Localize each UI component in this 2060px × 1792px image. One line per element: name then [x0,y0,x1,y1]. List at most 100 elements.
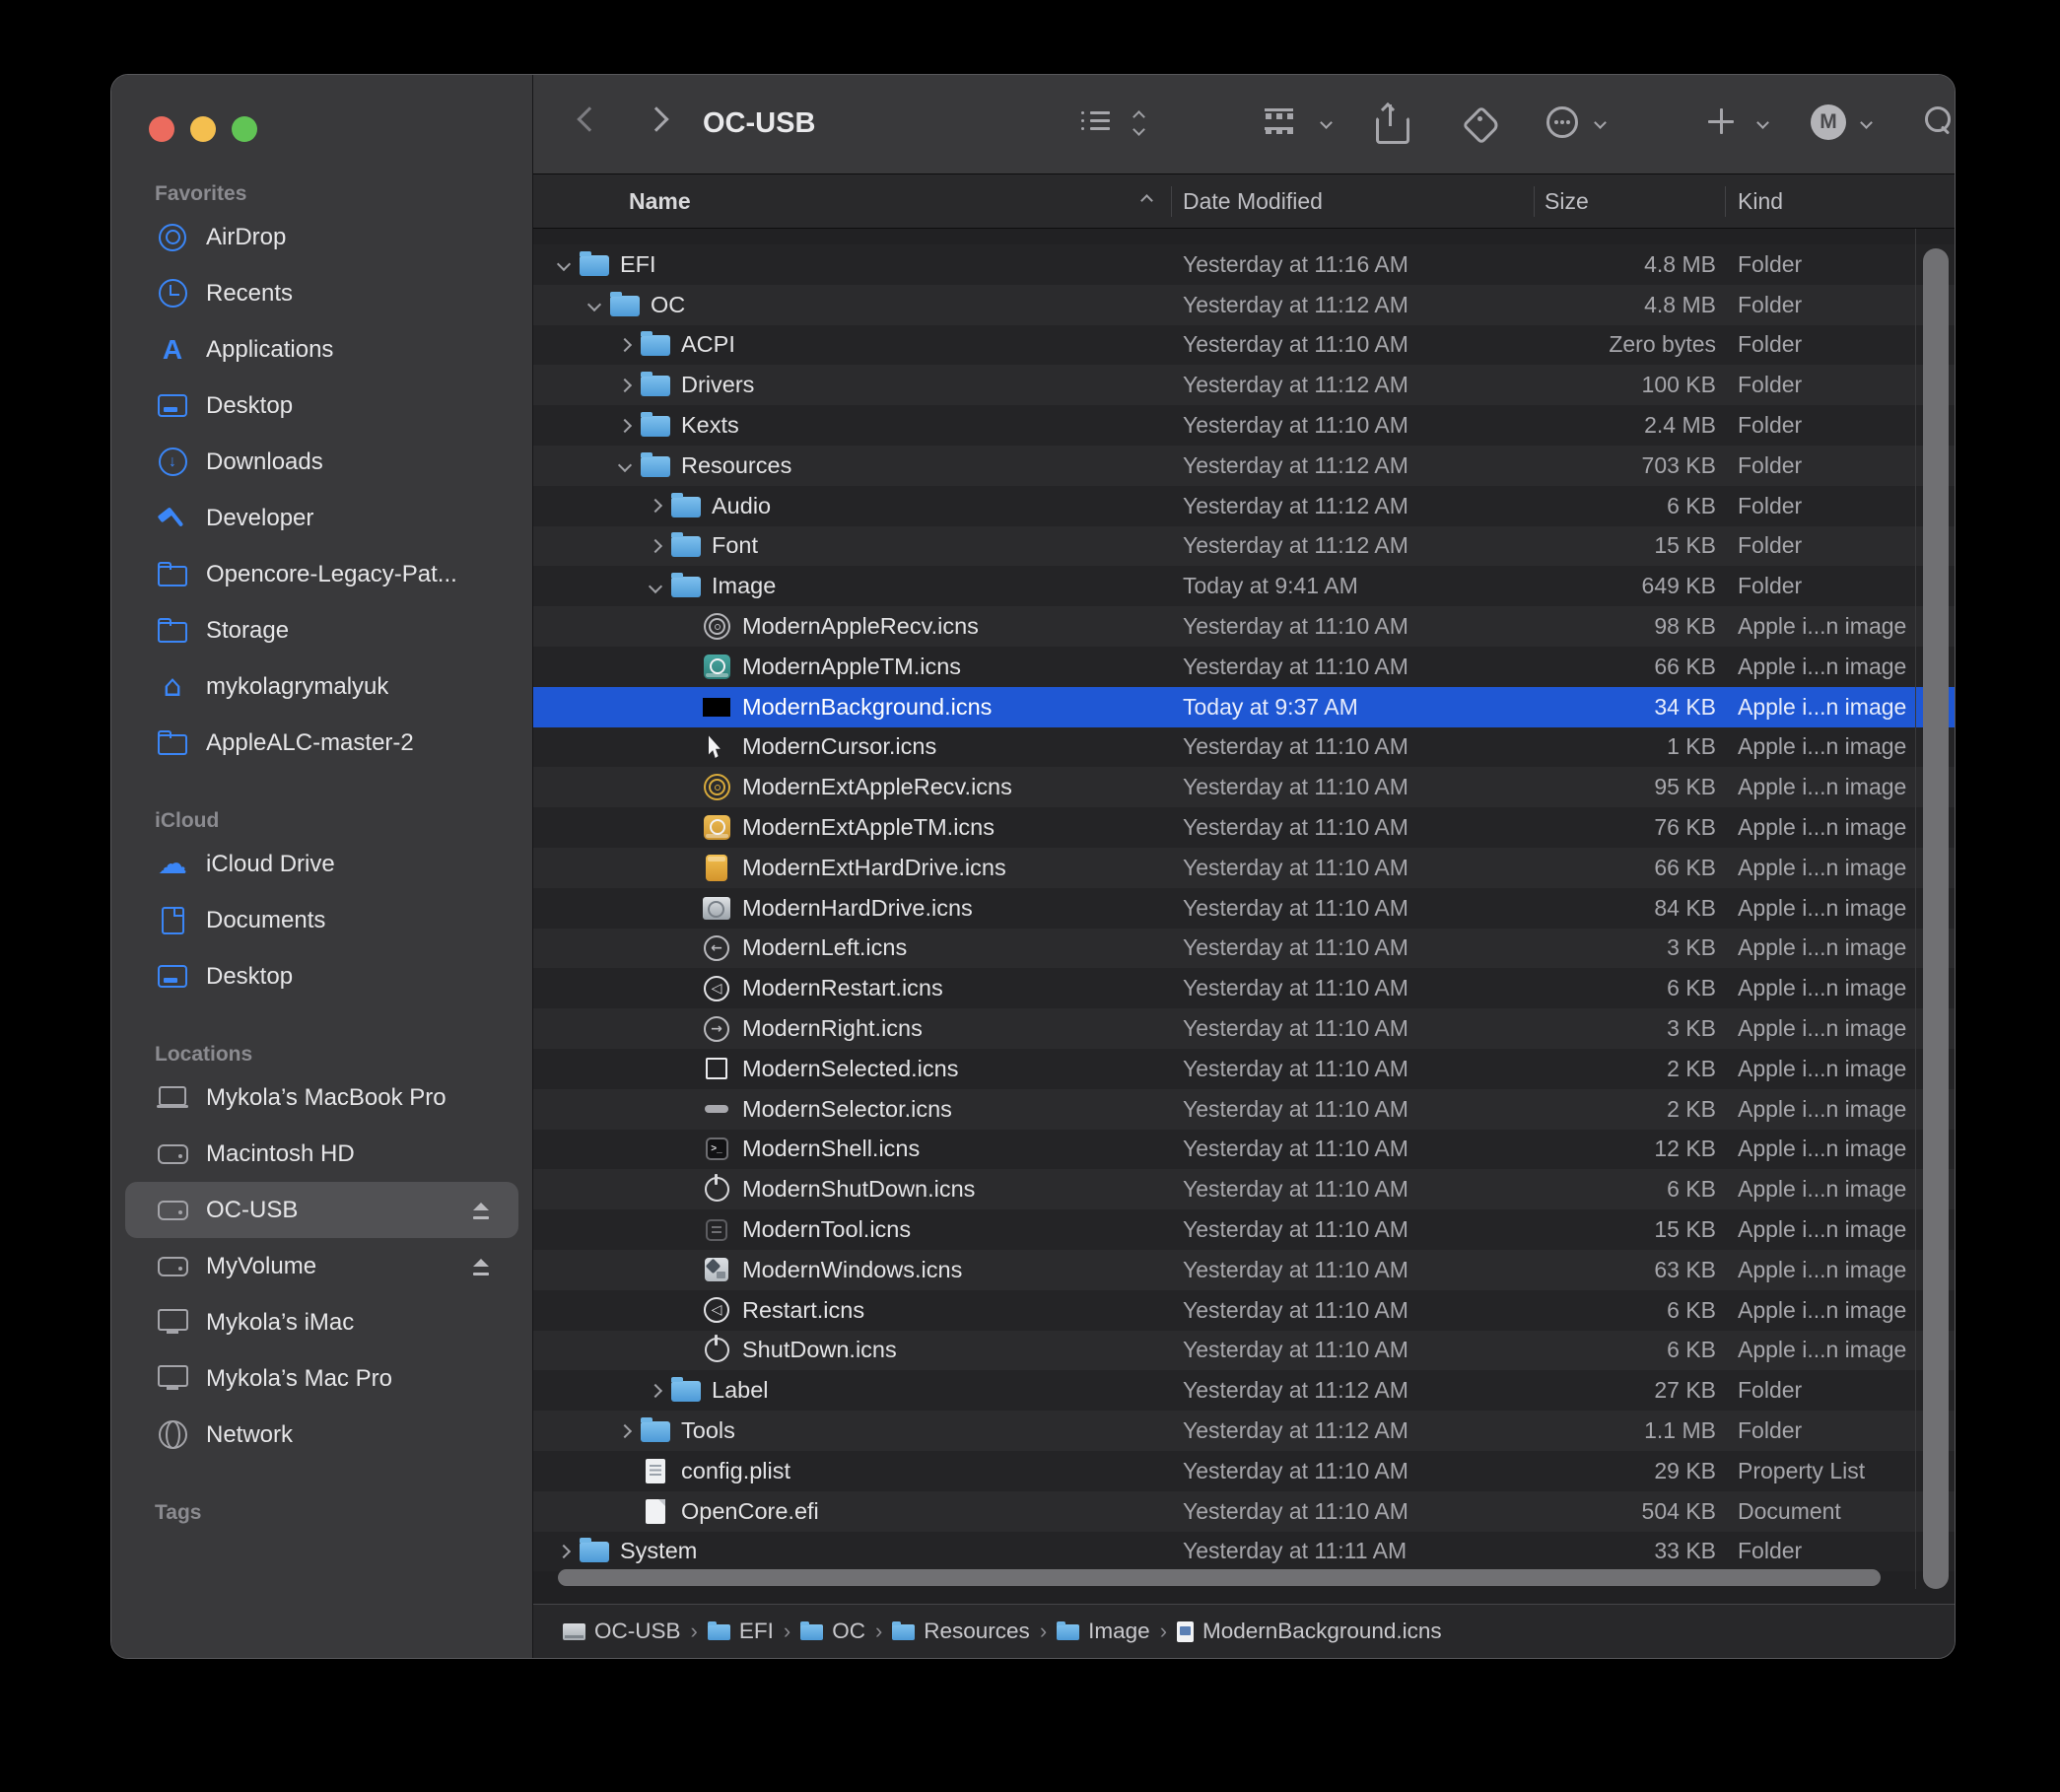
column-separator[interactable] [1725,186,1726,217]
file-row-modernright-icns[interactable]: →ModernRight.icnsYesterday at 11:10 AM3 … [533,1008,1955,1049]
column-header-date[interactable]: Date Modified [1183,188,1323,215]
account-chevron-icon[interactable] [1860,116,1873,129]
sidebar-item-applications[interactable]: Applications [125,321,518,378]
file-row-restart-icns[interactable]: ◁Restart.icnsYesterday at 11:10 AM6 KBAp… [533,1290,1955,1331]
sidebar-item-mykola-s-macbook-pro[interactable]: Mykola’s MacBook Pro [125,1069,518,1126]
disclosure-chevron-icon[interactable] [649,1384,662,1398]
sidebar-item-storage[interactable]: Storage [125,602,518,658]
disclosure-chevron-icon[interactable] [649,580,662,593]
sidebar-item-mykola-s-mac-pro[interactable]: Mykola’s Mac Pro [125,1350,518,1407]
file-row-acpi[interactable]: ACPIYesterday at 11:10 AMZero bytesFolde… [533,325,1955,366]
account-avatar[interactable]: M [1811,104,1846,140]
new-item-icon[interactable] [1708,108,1736,136]
sidebar-item-airdrop[interactable]: AirDrop [125,209,518,265]
vertical-scrollbar[interactable] [1923,248,1949,1589]
path-item-resources[interactable]: Resources [892,1619,1030,1644]
back-button[interactable] [577,106,601,131]
sidebar-item-mykolagrymalyuk[interactable]: mykolagrymalyuk [125,658,518,715]
file-row-label[interactable]: LabelYesterday at 11:12 AM27 KBFolder [533,1370,1955,1411]
file-row-modernselector-icns[interactable]: ModernSelector.icnsYesterday at 11:10 AM… [533,1089,1955,1130]
disclosure-chevron-icon[interactable] [618,1423,632,1437]
zoom-button[interactable] [232,116,257,142]
sidebar-item-downloads[interactable]: Downloads [125,434,518,490]
sidebar-item-applealc-master-2[interactable]: AppleALC-master-2 [125,715,518,771]
forward-button[interactable] [644,106,668,131]
column-header-kind[interactable]: Kind [1738,188,1783,215]
file-row-system[interactable]: SystemYesterday at 11:11 AM33 KBFolder [533,1532,1955,1572]
minimize-button[interactable] [190,116,216,142]
file-row-drivers[interactable]: DriversYesterday at 11:12 AM100 KBFolder [533,365,1955,405]
path-item-oc-usb[interactable]: OC-USB [563,1619,681,1644]
disclosure-chevron-icon[interactable] [618,338,632,352]
horizontal-scrollbar[interactable] [558,1569,1881,1586]
sidebar-item-network[interactable]: Network [125,1407,518,1463]
tag-icon[interactable] [1465,108,1494,138]
file-row-modernselected-icns[interactable]: ModernSelected.icnsYesterday at 11:10 AM… [533,1049,1955,1089]
share-icon[interactable] [1376,106,1404,138]
file-row-kexts[interactable]: KextsYesterday at 11:10 AM2.4 MBFolder [533,405,1955,446]
sidebar-item-developer[interactable]: Developer [125,490,518,546]
file-row-modernextapplerecv-icns[interactable]: ModernExtAppleRecv.icnsYesterday at 11:1… [533,767,1955,807]
file-row-tools[interactable]: ToolsYesterday at 11:12 AM1.1 MBFolder [533,1411,1955,1451]
file-row-modernapplerecv-icns[interactable]: ModernAppleRecv.icnsYesterday at 11:10 A… [533,606,1955,647]
file-row-oc[interactable]: OCYesterday at 11:12 AM4.8 MBFolder [533,285,1955,325]
view-sort-chevrons-icon[interactable] [1133,108,1148,136]
sidebar-item-desktop[interactable]: Desktop [125,948,518,1004]
path-item-efi[interactable]: EFI [708,1619,774,1644]
file-row-resources[interactable]: ResourcesYesterday at 11:12 AM703 KBFold… [533,446,1955,486]
eject-icon[interactable] [471,1203,491,1219]
sidebar-item-desktop[interactable]: Desktop [125,378,518,434]
sidebar-item-oc-usb[interactable]: OC-USB [125,1182,518,1238]
file-row-moderncursor-icns[interactable]: ModernCursor.icnsYesterday at 11:10 AM1 … [533,727,1955,768]
column-separator[interactable] [1534,186,1535,217]
file-row-font[interactable]: FontYesterday at 11:12 AM15 KBFolder [533,526,1955,567]
file-row-image[interactable]: ImageToday at 9:41 AM649 KBFolder [533,566,1955,606]
file-row-audio[interactable]: AudioYesterday at 11:12 AM6 KBFolder [533,486,1955,526]
disclosure-chevron-icon[interactable] [649,539,662,553]
new-item-chevron-icon[interactable] [1756,116,1769,129]
disclosure-chevron-icon[interactable] [618,458,632,472]
sidebar-item-opencore-legacy-pat-[interactable]: Opencore-Legacy-Pat... [125,546,518,602]
disclosure-chevron-icon[interactable] [587,298,601,311]
eject-icon[interactable] [471,1259,491,1275]
file-row-shutdown-icns[interactable]: ShutDown.icnsYesterday at 11:10 AM6 KBAp… [533,1331,1955,1371]
group-by-icon[interactable] [1265,108,1298,138]
path-item-oc[interactable]: OC [800,1619,865,1644]
column-header-size[interactable]: Size [1545,188,1589,215]
sidebar-item-mykola-s-imac[interactable]: Mykola’s iMac [125,1294,518,1350]
more-actions-chevron-icon[interactable] [1594,116,1607,129]
disclosure-chevron-icon[interactable] [557,257,571,271]
column-header-name[interactable]: Name [629,188,691,215]
sidebar-item-recents[interactable]: Recents [125,265,518,321]
file-row-modernrestart-icns[interactable]: ◁ModernRestart.icnsYesterday at 11:10 AM… [533,968,1955,1008]
file-row-modernwindows-icns[interactable]: ModernWindows.icnsYesterday at 11:10 AM6… [533,1250,1955,1290]
column-separator[interactable] [1171,186,1172,217]
path-item-image[interactable]: Image [1057,1619,1150,1644]
sidebar-item-myvolume[interactable]: MyVolume [125,1238,518,1294]
file-row-modernextharddrive-icns[interactable]: ModernExtHardDrive.icnsYesterday at 11:1… [533,848,1955,888]
file-row-modernbackground-icns[interactable]: ModernBackground.icnsToday at 9:37 AM34 … [533,687,1955,727]
file-row-opencore-efi[interactable]: OpenCore.efiYesterday at 11:10 AM504 KBD… [533,1491,1955,1532]
file-row-modernextappletm-icns[interactable]: ModernExtAppleTM.icnsYesterday at 11:10 … [533,807,1955,848]
file-row-config-plist[interactable]: config.plistYesterday at 11:10 AM29 KBPr… [533,1451,1955,1491]
file-row-modernappletm-icns[interactable]: ModernAppleTM.icnsYesterday at 11:10 AM6… [533,647,1955,687]
sidebar-item-icloud-drive[interactable]: iCloud Drive [125,836,518,892]
sidebar-item-documents[interactable]: Documents [125,892,518,948]
group-by-chevron-icon[interactable] [1320,116,1333,129]
file-row-moderntool-icns[interactable]: ModernTool.icnsYesterday at 11:10 AM15 K… [533,1209,1955,1250]
disclosure-chevron-icon[interactable] [557,1545,571,1558]
disclosure-chevron-icon[interactable] [649,499,662,513]
disclosure-chevron-icon[interactable] [618,419,632,433]
search-icon[interactable] [1925,106,1955,136]
path-item-modernbackground-icns[interactable]: ModernBackground.icns [1177,1619,1442,1644]
close-button[interactable] [149,116,174,142]
file-row-modernleft-icns[interactable]: ←ModernLeft.icnsYesterday at 11:10 AM3 K… [533,929,1955,969]
file-row-modernharddrive-icns[interactable]: ModernHardDrive.icnsYesterday at 11:10 A… [533,888,1955,929]
file-row-efi[interactable]: EFIYesterday at 11:16 AM4.8 MBFolder [533,244,1955,285]
list-view-icon[interactable] [1081,110,1111,136]
more-actions-icon[interactable] [1546,106,1578,138]
file-row-modernshell-icns[interactable]: ModernShell.icnsYesterday at 11:10 AM12 … [533,1130,1955,1170]
disclosure-chevron-icon[interactable] [618,379,632,392]
sidebar-item-macintosh-hd[interactable]: Macintosh HD [125,1126,518,1182]
file-row-modernshutdown-icns[interactable]: ModernShutDown.icnsYesterday at 11:10 AM… [533,1169,1955,1209]
